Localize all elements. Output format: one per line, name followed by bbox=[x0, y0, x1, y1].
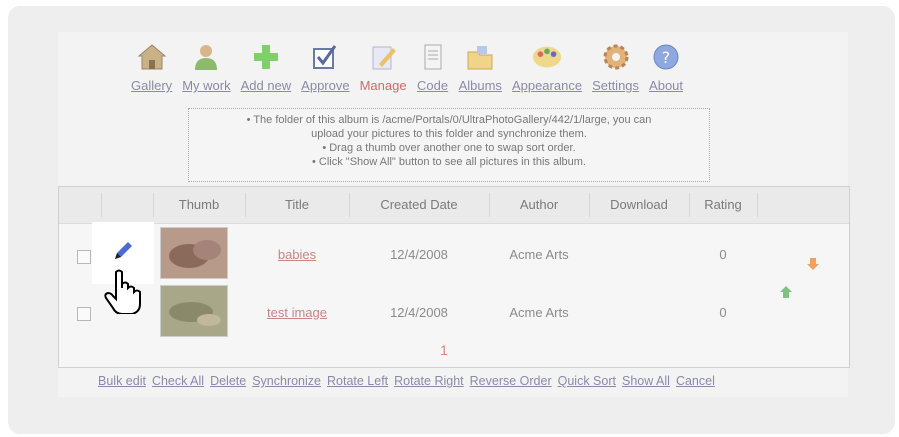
pencil-icon[interactable] bbox=[112, 240, 134, 267]
rating: 0 bbox=[719, 305, 727, 320]
nav-code[interactable]: Code bbox=[412, 36, 454, 100]
nav-label: Add new bbox=[240, 78, 292, 93]
quick-sort-link[interactable]: Quick Sort bbox=[558, 374, 616, 388]
author: Acme Arts bbox=[509, 305, 569, 320]
svg-text:?: ? bbox=[662, 48, 671, 67]
grid-header: Thumb Title Created Date Author Download… bbox=[59, 187, 849, 224]
nav-label: Gallery bbox=[131, 78, 173, 93]
nav-about[interactable]: ? About bbox=[644, 36, 688, 100]
table-row[interactable]: babies 12/4/2008 Acme Arts 0 bbox=[59, 227, 849, 281]
nav-label: Settings bbox=[592, 78, 640, 93]
plus-icon bbox=[250, 36, 282, 72]
delete-link[interactable]: Delete bbox=[210, 374, 246, 388]
move-down-icon[interactable] bbox=[806, 257, 820, 276]
info-line: upload your pictures to this folder and … bbox=[311, 128, 587, 140]
reverse-order-link[interactable]: Reverse Order bbox=[470, 374, 552, 388]
row-checkbox[interactable] bbox=[77, 307, 91, 321]
nav-label: Approve bbox=[301, 78, 350, 93]
created-date: 12/4/2008 bbox=[390, 247, 448, 262]
palette-icon bbox=[531, 36, 563, 72]
title-link[interactable]: test image bbox=[267, 305, 327, 320]
info-line: • Click "Show All" button to see all pic… bbox=[312, 156, 586, 168]
table-row[interactable]: test image 12/4/2008 Acme Arts 0 bbox=[59, 285, 849, 339]
check-all-link[interactable]: Check All bbox=[152, 374, 204, 388]
nav-label: My work bbox=[182, 78, 231, 93]
rating: 0 bbox=[719, 247, 727, 262]
bulk-edit-link[interactable]: Bulk edit bbox=[98, 374, 146, 388]
nav-label: Manage bbox=[359, 78, 407, 93]
house-icon bbox=[136, 36, 168, 72]
nav-add-new[interactable]: Add new bbox=[236, 36, 297, 100]
col-download[interactable]: Download bbox=[589, 187, 689, 223]
nav-label: About bbox=[649, 78, 684, 93]
nav-label: Code bbox=[417, 78, 449, 93]
created-date: 12/4/2008 bbox=[390, 305, 448, 320]
nav-label: Appearance bbox=[511, 78, 583, 93]
col-title[interactable]: Title bbox=[245, 187, 349, 223]
nav-gallery[interactable]: Gallery bbox=[126, 36, 177, 100]
nav-my-work[interactable]: My work bbox=[177, 36, 235, 100]
info-box: • The folder of this album is /acme/Port… bbox=[188, 108, 710, 182]
info-line: • Drag a thumb over another one to swap … bbox=[322, 142, 576, 154]
user-icon bbox=[190, 36, 222, 72]
title-link[interactable]: babies bbox=[278, 247, 316, 262]
action-bar: Bulk edit Check All Delete Synchronize R… bbox=[98, 374, 715, 388]
pencil-doc-icon bbox=[367, 36, 399, 72]
toolbar: Gallery My work Add new Approve Manage C… bbox=[126, 36, 688, 100]
author: Acme Arts bbox=[509, 247, 569, 262]
page-number[interactable]: 1 bbox=[440, 342, 448, 358]
nav-albums[interactable]: Albums bbox=[454, 36, 507, 100]
rotate-right-link[interactable]: Rotate Right bbox=[394, 374, 463, 388]
nav-label: Albums bbox=[458, 78, 502, 93]
nav-manage[interactable]: Manage bbox=[355, 36, 412, 100]
col-author[interactable]: Author bbox=[489, 187, 589, 223]
rotate-left-link[interactable]: Rotate Left bbox=[327, 374, 388, 388]
thumbnail-test-image[interactable] bbox=[160, 285, 228, 337]
gear-icon bbox=[600, 36, 632, 72]
info-line: • The folder of this album is /acme/Port… bbox=[246, 114, 652, 126]
col-thumb[interactable]: Thumb bbox=[153, 187, 245, 223]
col-created-date[interactable]: Created Date bbox=[349, 187, 489, 223]
cancel-link[interactable]: Cancel bbox=[676, 374, 715, 388]
document-icon bbox=[417, 36, 449, 72]
thumbnail-babies[interactable] bbox=[160, 227, 228, 279]
checkbox-icon bbox=[309, 36, 341, 72]
hand-cursor-icon bbox=[104, 268, 144, 319]
show-all-link[interactable]: Show All bbox=[622, 374, 670, 388]
folder-icon bbox=[464, 36, 496, 72]
col-rating[interactable]: Rating bbox=[689, 187, 757, 223]
synchronize-link[interactable]: Synchronize bbox=[252, 374, 321, 388]
move-up-icon[interactable] bbox=[779, 285, 793, 304]
nav-settings[interactable]: Settings bbox=[587, 36, 644, 100]
nav-approve[interactable]: Approve bbox=[296, 36, 354, 100]
photo-grid: Thumb Title Created Date Author Download… bbox=[58, 186, 850, 368]
help-icon: ? bbox=[650, 36, 682, 72]
row-checkbox[interactable] bbox=[77, 250, 91, 264]
nav-appearance[interactable]: Appearance bbox=[507, 36, 587, 100]
